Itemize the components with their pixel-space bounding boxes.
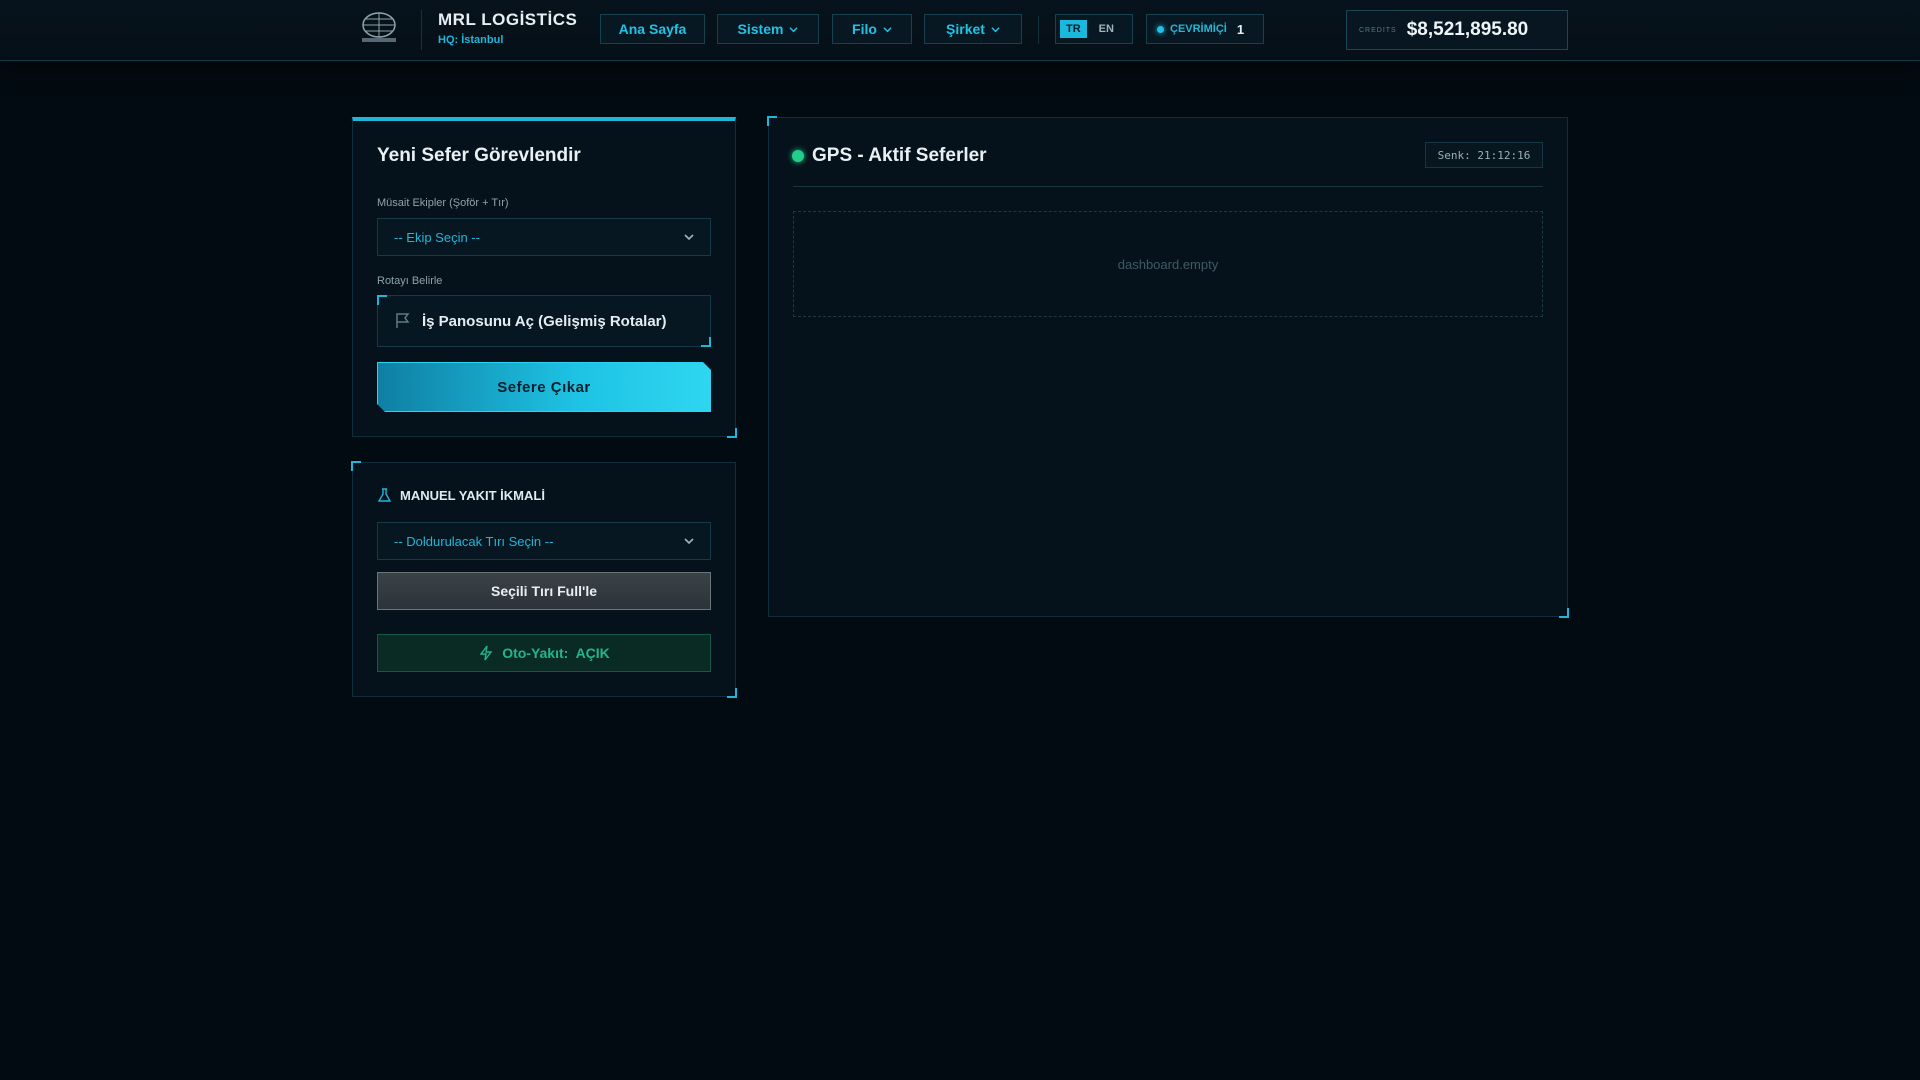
fuel-title: MANUEL YAKIT İKMALİ — [400, 488, 545, 503]
nav-system-label: Sistem — [737, 21, 784, 37]
brand-divider — [421, 10, 422, 50]
nav-fleet[interactable]: Filo — [832, 14, 912, 44]
corner-accent — [701, 337, 711, 347]
crew-select[interactable]: -- Ekip Seçin -- — [377, 218, 711, 256]
gps-title: GPS - Aktif Seferler — [812, 145, 987, 166]
chevron-down-icon — [684, 538, 694, 545]
online-dot-icon — [1157, 25, 1164, 33]
nav-company-label: Şirket — [946, 21, 985, 37]
corner-accent — [377, 295, 387, 305]
credits-display: CREDITS $8,521,895.80 — [1346, 10, 1568, 50]
active-trips-empty-state: dashboard.empty — [793, 211, 1543, 317]
online-status: ÇEVRİMİÇİ 1 — [1146, 14, 1264, 44]
flag-icon — [396, 313, 410, 328]
chevron-down-icon — [684, 234, 694, 241]
corner-accent — [727, 428, 737, 438]
auto-fuel-toggle[interactable]: Oto-Yakıt: AÇIK — [377, 634, 711, 672]
top-bar: MRL LOGİSTİCS HQ: İstanbul Ana Sayfa Sis… — [0, 0, 1920, 61]
brand-name: MRL LOGİSTİCS — [438, 10, 578, 29]
dispatch-title: Yeni Sefer Görevlendir — [377, 145, 581, 166]
open-job-board-button[interactable]: İş Panosunu Aç (Gelişmiş Rotalar) — [377, 295, 711, 347]
gps-panel — [767, 116, 1569, 618]
nav-home[interactable]: Ana Sayfa — [600, 14, 705, 44]
online-label: ÇEVRİMİÇİ — [1170, 23, 1227, 35]
gps-divider — [793, 186, 1543, 187]
truck-select[interactable]: -- Doldurulacak Tırı Seçin -- — [377, 522, 711, 560]
header-divider — [1038, 16, 1039, 44]
auto-fuel-label: Oto-Yakıt: AÇIK — [502, 645, 610, 661]
nav-company[interactable]: Şirket — [924, 14, 1022, 44]
credits-value: $8,521,895.80 — [1406, 19, 1529, 40]
crew-select-value: -- Ekip Seçin -- — [394, 229, 480, 245]
lang-tr-option[interactable]: TR — [1060, 20, 1087, 38]
headquarters-label: HQ: İstanbul — [438, 34, 504, 46]
language-switch: TR EN — [1055, 14, 1133, 44]
corner-accent — [351, 461, 361, 471]
empty-state-text: dashboard.empty — [1117, 256, 1219, 272]
fill-truck-button[interactable]: Seçili Tırı Full'le — [377, 572, 711, 610]
open-job-board-label: İş Panosunu Aç (Gelişmiş Rotalar) — [422, 312, 667, 330]
online-count: 1 — [1236, 21, 1245, 37]
gps-status-dot-icon — [792, 150, 804, 162]
corner-accent — [1559, 608, 1569, 618]
company-logo — [362, 12, 396, 42]
chevron-down-icon — [991, 26, 1000, 32]
chevron-down-icon — [883, 26, 892, 32]
crew-label: Müsait Ekipler (Şoför + Tır) — [377, 197, 509, 209]
truck-select-value: -- Doldurulacak Tırı Seçin -- — [394, 533, 554, 549]
corner-accent — [767, 116, 777, 126]
dispatch-button[interactable]: Sefere Çıkar — [377, 362, 711, 412]
lang-en-option[interactable]: EN — [1093, 20, 1120, 38]
dispatch-button-label: Sefere Çıkar — [497, 378, 591, 396]
fill-truck-label: Seçili Tırı Full'le — [490, 583, 598, 599]
lightning-icon — [479, 645, 493, 661]
nav-home-label: Ana Sayfa — [618, 21, 687, 37]
nav-system[interactable]: Sistem — [717, 14, 819, 44]
flask-icon — [377, 488, 392, 502]
credits-label: CREDITS — [1359, 26, 1397, 34]
chevron-down-icon — [789, 26, 799, 32]
sync-time: Senk: 21:12:16 — [1425, 142, 1543, 168]
corner-accent — [727, 688, 737, 698]
route-label: Rotayı Belirle — [377, 275, 443, 287]
nav-fleet-label: Filo — [852, 21, 877, 37]
